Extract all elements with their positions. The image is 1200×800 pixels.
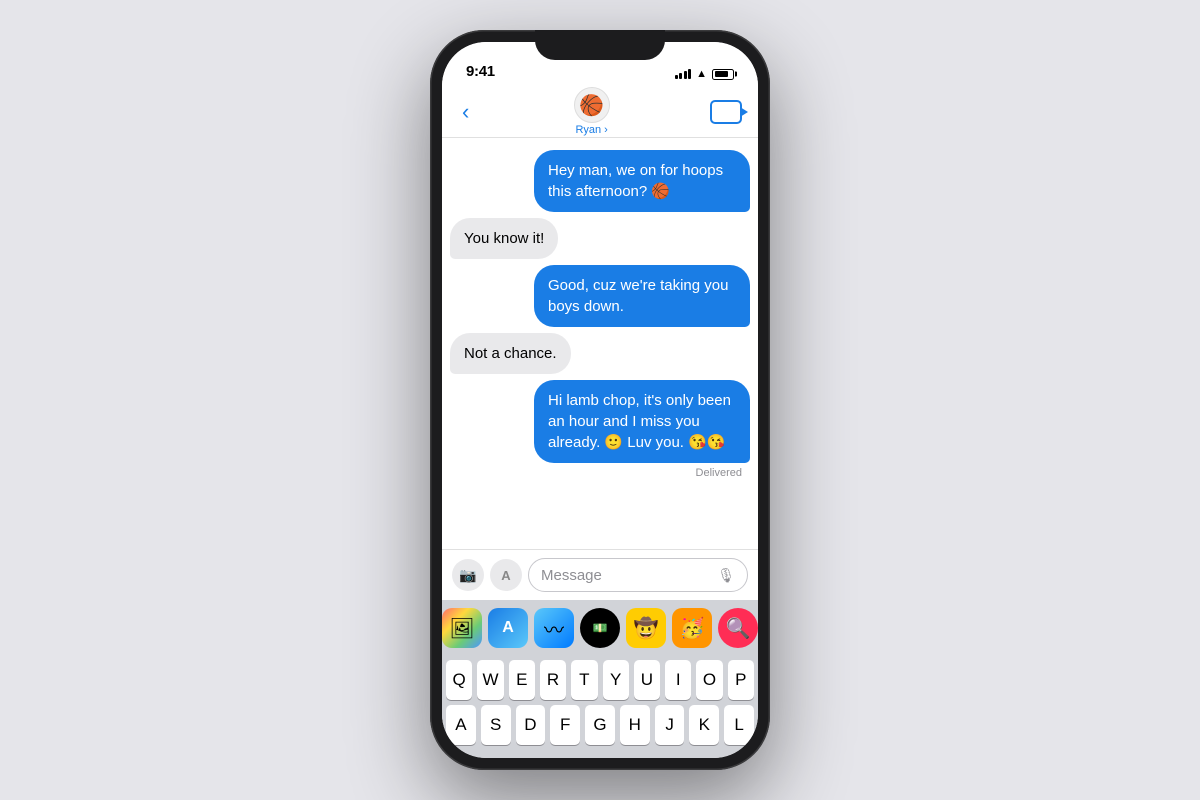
message-row-5: Hi lamb chop, it's only been an hour and…	[450, 380, 750, 463]
bubble-sent-2: Good, cuz we're taking you boys down.	[534, 265, 750, 327]
message-input-field[interactable]: Message 🎙	[528, 558, 748, 592]
bubble-received-1: You know it!	[450, 218, 558, 259]
message-row-1: Hey man, we on for hoops this afternoon?…	[450, 150, 750, 212]
key-q[interactable]: Q	[446, 660, 472, 700]
status-time: 9:41	[466, 63, 495, 80]
back-button[interactable]: ‹	[458, 95, 473, 129]
message-row-4: Not a chance.	[450, 333, 750, 374]
camera-button[interactable]: 📷	[452, 559, 484, 591]
bubble-sent-3: Hi lamb chop, it's only been an hour and…	[534, 380, 750, 463]
battery-fill	[715, 71, 729, 77]
tray-appstore-button[interactable]: A	[488, 608, 528, 648]
key-a[interactable]: A	[446, 705, 476, 745]
key-t[interactable]: T	[571, 660, 597, 700]
key-k[interactable]: K	[689, 705, 719, 745]
key-i[interactable]: I	[665, 660, 691, 700]
nav-bar: ‹ 🏀 Ryan ›	[442, 86, 758, 138]
appstore-button[interactable]: A	[490, 559, 522, 591]
phone-screen: 9:41 ▲ ‹ 🏀 Ryan ›	[442, 42, 758, 758]
key-s[interactable]: S	[481, 705, 511, 745]
keyboard-row-1: Q W E R T Y U I O P	[446, 660, 754, 700]
notch	[535, 30, 665, 60]
key-h[interactable]: H	[620, 705, 650, 745]
message-row-2: You know it!	[450, 218, 750, 259]
key-j[interactable]: J	[655, 705, 685, 745]
delivered-status: Delivered	[450, 467, 750, 479]
tray-cash-button[interactable]: 💵	[580, 608, 620, 648]
contact-header[interactable]: 🏀 Ryan ›	[574, 87, 610, 136]
key-y[interactable]: Y	[603, 660, 629, 700]
signal-bars-icon	[675, 69, 692, 79]
message-row-3: Good, cuz we're taking you boys down.	[450, 265, 750, 327]
key-w[interactable]: W	[477, 660, 503, 700]
contact-name: Ryan ›	[575, 124, 607, 136]
mic-icon: 🎙	[717, 567, 735, 584]
message-placeholder: Message	[541, 567, 711, 584]
signal-bar-3	[684, 71, 687, 79]
signal-bar-2	[679, 73, 682, 79]
key-e[interactable]: E	[509, 660, 535, 700]
battery-icon	[712, 69, 734, 80]
tray-photos-button[interactable]: 🖼	[442, 608, 482, 648]
keyboard: Q W E R T Y U I O P A S D F G H J K L	[442, 654, 758, 758]
video-call-button[interactable]	[710, 100, 742, 124]
key-u[interactable]: U	[634, 660, 660, 700]
tray-audio-button[interactable]: 〰	[534, 608, 574, 648]
signal-bar-1	[675, 75, 678, 79]
messages-area: Hey man, we on for hoops this afternoon?…	[442, 138, 758, 549]
key-r[interactable]: R	[540, 660, 566, 700]
bubble-sent-1: Hey man, we on for hoops this afternoon?…	[534, 150, 750, 212]
bubble-received-2: Not a chance.	[450, 333, 571, 374]
keyboard-row-2: A S D F G H J K L	[446, 705, 754, 745]
key-f[interactable]: F	[550, 705, 580, 745]
phone-frame: 9:41 ▲ ‹ 🏀 Ryan ›	[430, 30, 770, 770]
tray-search-button[interactable]: 🔍	[718, 608, 758, 648]
app-tray: 🖼 A 〰 💵 🤠 🥳 🔍	[442, 600, 758, 654]
tray-memoji2-button[interactable]: 🥳	[672, 608, 712, 648]
tray-memoji1-button[interactable]: 🤠	[626, 608, 666, 648]
key-l[interactable]: L	[724, 705, 754, 745]
key-p[interactable]: P	[728, 660, 754, 700]
signal-bar-4	[688, 69, 691, 79]
contact-avatar: 🏀	[574, 87, 610, 123]
status-icons: ▲	[675, 68, 734, 80]
key-d[interactable]: D	[516, 705, 546, 745]
key-o[interactable]: O	[696, 660, 722, 700]
wifi-icon: ▲	[696, 68, 707, 80]
key-g[interactable]: G	[585, 705, 615, 745]
input-area: 📷 A Message 🎙	[442, 549, 758, 600]
